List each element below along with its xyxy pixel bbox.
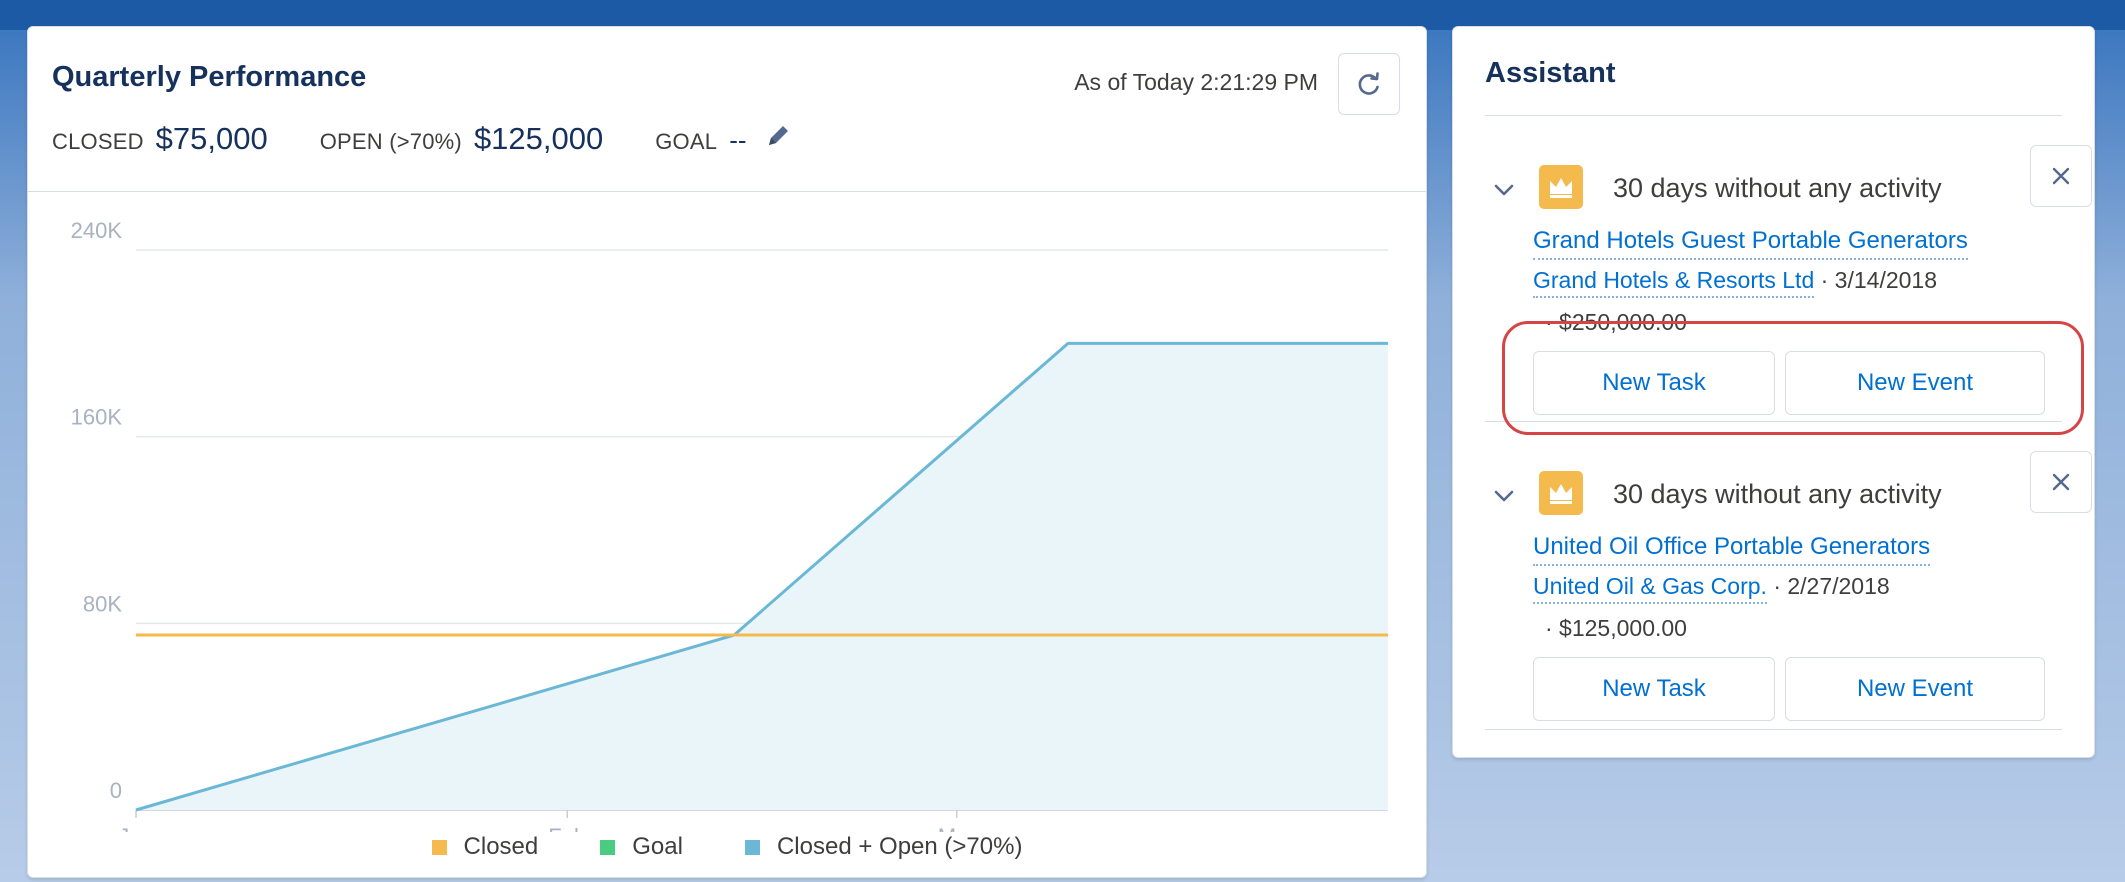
item-heading: 30 days without any activity	[1613, 479, 1942, 509]
closed-label: CLOSED	[52, 129, 144, 154]
chart-legend: Closed Goal Closed + Open (>70%)	[28, 833, 1426, 861]
y-tick-label: 160K	[71, 405, 123, 430]
x-tick-label: Feb	[548, 824, 586, 832]
legend-label-closed: Closed	[463, 833, 539, 860]
legend-swatch-goal	[600, 839, 616, 855]
goal-value: --	[729, 125, 747, 155]
item-heading: 30 days without any activity	[1613, 173, 1942, 203]
crown-icon	[1550, 484, 1572, 504]
as-of-timestamp: As of Today 2:21:29 PM	[1074, 69, 1318, 95]
card-title: Quarterly Performance	[52, 61, 367, 93]
performance-chart: 240K 160K 80K 0 Jan Feb Mar	[71, 218, 1388, 832]
new-event-button[interactable]: New Event	[1785, 657, 2045, 721]
y-tick-label: 0	[110, 778, 122, 803]
opportunity-link[interactable]: Grand Hotels Guest Portable Generators	[1533, 227, 1968, 260]
refresh-icon	[1358, 72, 1379, 95]
new-task-button[interactable]: New Task	[1533, 351, 1775, 415]
opportunity-link[interactable]: United Oil Office Portable Generators	[1533, 533, 1931, 566]
close-icon	[2052, 167, 2070, 185]
crown-icon	[1550, 178, 1572, 198]
legend-item-closed-open: Closed + Open (>70%)	[744, 833, 1023, 861]
open-label: OPEN (>70%)	[319, 129, 462, 154]
closed-open-area	[136, 343, 1388, 810]
opportunity-amount: · $250,000.00	[1545, 309, 1687, 335]
dismiss-button[interactable]	[2030, 451, 2092, 513]
legend-label-goal: Goal	[632, 833, 683, 860]
item-meta: United Oil & Gas Corp. · 2/27/2018	[1533, 573, 1890, 604]
assistant-divider	[1485, 729, 2062, 730]
assistant-divider	[1485, 115, 2062, 116]
account-link[interactable]: Grand Hotels & Resorts Ltd	[1533, 267, 1815, 298]
new-task-button[interactable]: New Task	[1533, 657, 1775, 721]
x-tick-label: Jan	[118, 824, 153, 832]
close-date: · 3/14/2018	[1820, 267, 1937, 293]
quarterly-performance-card: Quarterly Performance As of Today 2:21:2…	[27, 26, 1427, 878]
y-tick-label: 80K	[83, 591, 122, 616]
x-tick-label: Mar	[938, 824, 976, 832]
legend-item-closed: Closed	[431, 833, 539, 861]
goal-label: GOAL	[655, 129, 718, 154]
crown-badge	[1539, 471, 1583, 515]
new-event-button[interactable]: New Event	[1785, 351, 2045, 415]
chevron-down-icon[interactable]	[1491, 483, 1517, 509]
opportunity-amount: · $125,000.00	[1545, 615, 1687, 641]
pencil-icon[interactable]	[765, 123, 791, 149]
crown-badge	[1539, 165, 1583, 209]
performance-summary: CLOSED $75,000 OPEN (>70%) $125,000 GOAL…	[52, 121, 791, 169]
dismiss-button[interactable]	[2030, 145, 2092, 207]
assistant-item: 30 days without any activity United Oil …	[1453, 441, 2096, 741]
open-value: $125,000	[473, 121, 604, 156]
item-meta: Grand Hotels & Resorts Ltd · 3/14/2018	[1533, 267, 1937, 298]
chevron-down-icon[interactable]	[1491, 177, 1517, 203]
legend-label-closed-open: Closed + Open (>70%)	[776, 833, 1023, 860]
close-date: · 2/27/2018	[1773, 573, 1890, 599]
assistant-divider	[1485, 421, 2062, 422]
legend-swatch-closed-open	[744, 839, 760, 855]
legend-swatch-closed	[431, 839, 447, 855]
closed-value: $75,000	[155, 121, 268, 156]
legend-item-goal: Goal	[600, 833, 683, 861]
close-icon	[2052, 473, 2070, 491]
refresh-button[interactable]	[1338, 53, 1400, 115]
account-link[interactable]: United Oil & Gas Corp.	[1533, 573, 1767, 604]
assistant-item: 30 days without any activity Grand Hotel…	[1453, 135, 2096, 435]
y-tick-label: 240K	[71, 218, 123, 243]
assistant-title: Assistant	[1485, 57, 1616, 89]
assistant-card: Assistant 30 days without any activity G…	[1452, 26, 2095, 758]
